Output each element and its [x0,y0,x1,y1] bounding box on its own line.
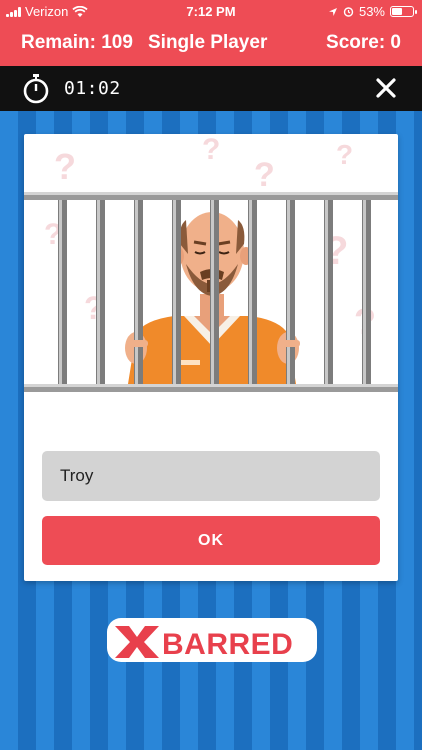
svg-text:?: ? [202,134,220,166]
alarm-icon [343,7,354,17]
ok-button[interactable]: OK [42,516,380,565]
close-icon[interactable] [374,76,398,100]
remain-counter: Remain: 109 [21,32,133,53]
battery-fill [392,8,402,15]
svg-text:?: ? [54,146,76,187]
location-icon [328,7,337,16]
logo-text: BARRED [162,628,293,661]
svg-text:?: ? [254,156,275,194]
svg-text:?: ? [336,139,353,170]
top-header-area: Verizon 7:12 PM 53% Remain: 109 Single P… [0,0,422,66]
prisoner-illustration: ? ? ? ? ? ? ? ? [24,134,398,392]
barred-logo: BARRED [107,618,317,662]
timer-display: 01:02 [64,78,121,99]
answer-card: ? ? ? ? ? ? ? ? [24,134,398,581]
battery-percent: 53% [358,4,385,19]
game-header: Remain: 109 Single Player Score: 0 [0,28,422,60]
timer-bar: 01:02 [0,66,422,111]
score-label: Score: 0 [326,32,401,53]
battery-icon [390,6,417,17]
game-mode-label: Single Player [148,32,268,53]
status-right: 53% [328,4,417,19]
answer-input[interactable]: Troy [42,451,380,501]
stopwatch-icon [23,74,49,104]
status-bar: Verizon 7:12 PM 53% [0,0,422,22]
